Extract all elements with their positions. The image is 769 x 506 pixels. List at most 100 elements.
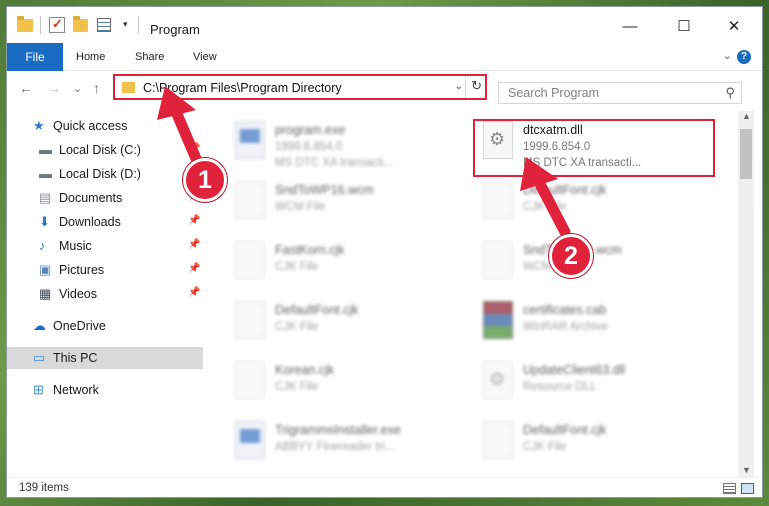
- star-icon: ★: [33, 118, 45, 133]
- file-name: program.exe: [275, 123, 346, 137]
- sidebar-item-this-pc[interactable]: ▭ This PC: [7, 347, 203, 369]
- file-item[interactable]: dtcxatm.dll 1999.6.854.0 MS DTC XA transac…: [475, 115, 715, 175]
- sidebar-item-label: OneDrive: [53, 319, 106, 333]
- scroll-up-icon[interactable]: ▲: [742, 111, 751, 121]
- folder-icon: [122, 82, 135, 93]
- properties-icon[interactable]: [49, 16, 65, 33]
- new-folder-icon[interactable]: [73, 16, 88, 32]
- file-item[interactable]: Korean.cjk CJK File: [227, 355, 467, 415]
- scroll-down-icon[interactable]: ▼: [742, 465, 751, 475]
- file-item[interactable]: UpdateClient63.dll Resource DLL: [475, 355, 715, 415]
- file-item[interactable]: TrigrammsInstaller.exe ABBYY Finereader t…: [227, 415, 467, 475]
- sidebar-item-label: Local Disk (D:): [59, 167, 141, 181]
- file-detail: WinRAR Archive: [523, 321, 608, 333]
- sidebar-item-label: Quick access: [53, 119, 128, 133]
- pin-icon[interactable]: 📌: [188, 239, 200, 250]
- up-button[interactable]: ↑: [93, 80, 100, 96]
- navigation-pane: ★ Quick access ▬ Local Disk (C:) 📌 ▬ Local Dis…: [7, 111, 203, 477]
- file-item[interactable]: DefaultFont.cjk CJK File: [475, 175, 715, 235]
- sidebar-item-label: Network: [53, 383, 99, 397]
- sidebar-item-label: Documents: [59, 191, 123, 205]
- pin-icon[interactable]: 📌: [188, 143, 200, 154]
- title-bar: ▾ Program — ☐ ✕: [7, 7, 762, 43]
- tab-share[interactable]: Share: [135, 43, 164, 71]
- status-bar: 139 items: [7, 477, 762, 497]
- forward-button[interactable]: →: [47, 80, 61, 96]
- address-bar[interactable]: C:\Program Files\Program Directory ⌄ ↻: [113, 74, 487, 100]
- pin-icon[interactable]: 📌: [188, 287, 200, 298]
- videos-icon: ▦: [39, 286, 52, 301]
- maximize-button[interactable]: ☐: [661, 14, 707, 40]
- search-input[interactable]: Search Program: [508, 86, 599, 100]
- file-item[interactable]: FastKorn.cjk CJK File: [227, 235, 467, 295]
- file-name: dtcxatm.dll: [523, 123, 583, 137]
- view-icon[interactable]: [97, 18, 111, 32]
- file-item[interactable]: SndToWP16.wcm WCM File: [227, 175, 467, 235]
- pin-icon[interactable]: 📌: [188, 263, 200, 274]
- minimize-button[interactable]: —: [607, 14, 653, 40]
- tab-home[interactable]: Home: [76, 43, 105, 71]
- file-icon: [235, 361, 265, 399]
- exe-icon: [235, 121, 265, 159]
- sidebar-item-quick-access[interactable]: ★ Quick access: [7, 115, 203, 137]
- file-description: MS DTC XA transacti...: [275, 157, 394, 169]
- drive-icon: ▬: [39, 166, 52, 181]
- sidebar-item-network[interactable]: ⊞ Network: [7, 379, 203, 401]
- file-item[interactable]: DefaultFont.cjk CJK File: [475, 415, 715, 475]
- sidebar-item-label: Pictures: [59, 263, 105, 277]
- dll-icon: [483, 121, 513, 159]
- refresh-icon[interactable]: ↻: [471, 78, 482, 94]
- ribbon: File Home Share View ⌄ ?: [7, 43, 762, 71]
- file-icon: [235, 181, 265, 219]
- details-view-icon[interactable]: [723, 483, 736, 494]
- tab-view[interactable]: View: [193, 43, 217, 71]
- file-detail: ABBYY Finereader tri...: [275, 441, 395, 453]
- quick-access-dropdown-icon[interactable]: ▾: [123, 19, 128, 30]
- back-button[interactable]: ←: [19, 80, 33, 96]
- file-item[interactable]: SndToWP32.wcmWCM File: [475, 235, 715, 295]
- recent-locations-button[interactable]: ⌄: [73, 82, 82, 95]
- file-detail: CJK File: [275, 321, 319, 333]
- file-icon: [483, 181, 513, 219]
- file-detail: 1999.6.854.0: [523, 141, 591, 153]
- sidebar-item-videos[interactable]: ▦ Videos 📌: [7, 283, 203, 305]
- search-icon[interactable]: ⚲: [725, 85, 735, 101]
- address-separator: [465, 76, 466, 98]
- sidebar-item-label: Videos: [59, 287, 97, 301]
- sidebar-item-pictures[interactable]: ▣ Pictures 📌: [7, 259, 203, 281]
- vertical-scrollbar[interactable]: ▲ ▼: [738, 111, 754, 477]
- file-icon: [235, 301, 265, 339]
- help-icon[interactable]: ?: [737, 50, 751, 64]
- file-item[interactable]: certificates.cab WinRAR Archive: [475, 295, 715, 355]
- tiles-view-icon[interactable]: [741, 483, 754, 494]
- title-separator-2: [138, 16, 139, 34]
- file-detail: CJK File: [275, 261, 319, 273]
- search-box[interactable]: Search Program ⚲: [498, 82, 742, 104]
- sidebar-item-onedrive[interactable]: ☁ OneDrive: [7, 315, 203, 337]
- address-text[interactable]: C:\Program Files\Program Directory: [143, 81, 342, 95]
- file-icon: [483, 241, 513, 279]
- file-detail: Resource DLL: [523, 381, 597, 393]
- sidebar-item-label: Downloads: [59, 215, 121, 229]
- title-separator: [40, 16, 41, 34]
- file-name: FastKorn.cjk: [275, 243, 345, 257]
- sidebar-item-documents[interactable]: ▤Documents📌: [7, 187, 203, 209]
- ribbon-collapse-icon[interactable]: ⌄: [723, 49, 732, 62]
- file-list: program.exe 1999.6.854.0 MS DTC XA transac…: [213, 111, 738, 477]
- network-icon: ⊞: [33, 382, 44, 397]
- sidebar-item-music[interactable]: ♪ Music 📌: [7, 235, 203, 257]
- documents-icon: ▤: [39, 190, 52, 205]
- file-detail: CJK File: [275, 381, 319, 393]
- item-count: 139 items: [19, 482, 69, 494]
- file-item[interactable]: program.exe 1999.6.854.0 MS DTC XA transac…: [227, 115, 467, 175]
- sidebar-item-local-disk-d[interactable]: ▬Local Disk (D:)📌: [7, 163, 203, 185]
- scroll-thumb[interactable]: [740, 129, 752, 179]
- tab-file[interactable]: File: [7, 43, 63, 71]
- file-name: certificates.cab: [523, 303, 607, 317]
- sidebar-item-downloads[interactable]: ⬇ Downloads 📌: [7, 211, 203, 233]
- sidebar-item-local-disk-c[interactable]: ▬ Local Disk (C:) 📌: [7, 139, 203, 161]
- close-button[interactable]: ✕: [711, 14, 757, 40]
- file-item[interactable]: DefaultFont.cjk CJK File: [227, 295, 467, 355]
- address-dropdown-icon[interactable]: ⌄: [455, 81, 463, 92]
- pin-icon[interactable]: 📌: [188, 215, 200, 226]
